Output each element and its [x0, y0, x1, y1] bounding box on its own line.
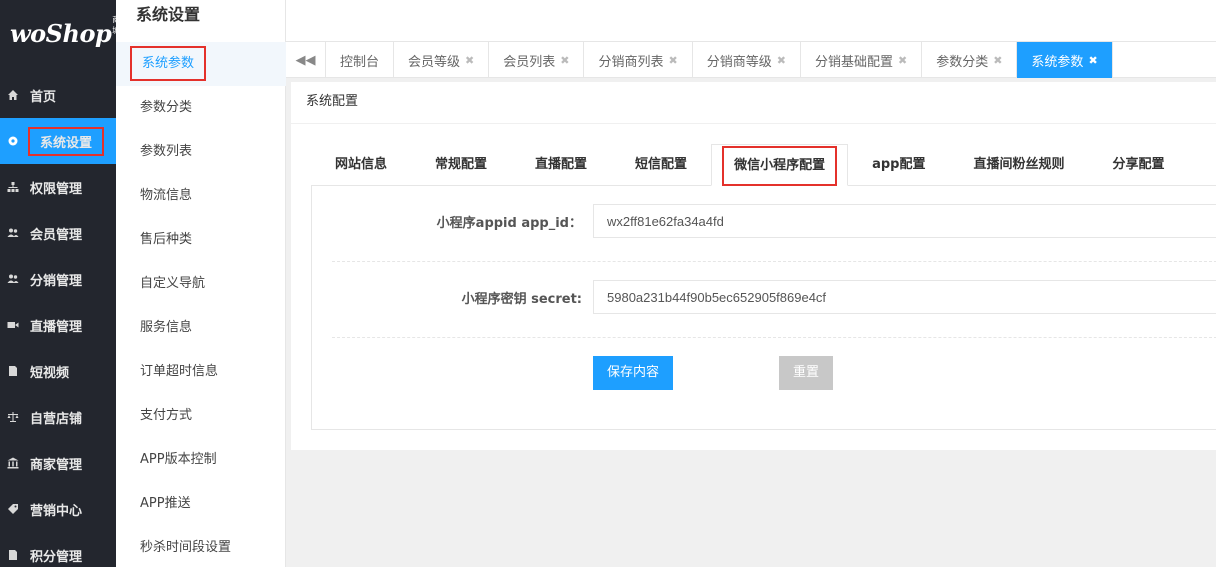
- tab-distributor-list[interactable]: 分销商列表 ✖: [584, 42, 693, 78]
- nav-label: 权限管理: [30, 181, 83, 197]
- close-icon[interactable]: ✖: [993, 54, 1002, 67]
- tab-member-level[interactable]: 会员等级 ✖: [394, 42, 490, 78]
- config-panel: 系统配置 网站信息 常规配置 直播配置 短信配置 微信小程序配置 app配置 直…: [291, 82, 1216, 450]
- main-sidebar: woShop 商城 首页 系统设置 权限管理 会员管理 分销管理 直播管理 短视…: [0, 0, 120, 567]
- sub-item-system-params[interactable]: 系统参数: [116, 42, 286, 86]
- nav-item-system-settings[interactable]: 系统设置: [0, 118, 116, 164]
- tab-label: 系统参数: [1031, 54, 1084, 70]
- tab-app-config[interactable]: app配置: [848, 144, 949, 186]
- nav-item-live[interactable]: 直播管理: [0, 302, 116, 348]
- sitemap-icon: [6, 180, 20, 194]
- nav-item-marketing[interactable]: 营销中心: [0, 486, 116, 532]
- tab-label: 参数分类: [936, 54, 989, 70]
- sub-item-param-categories[interactable]: 参数分类: [116, 86, 286, 130]
- tab-distribution-config[interactable]: 分销基础配置 ✖: [801, 42, 923, 78]
- sub-item-service-info[interactable]: 服务信息: [116, 306, 286, 350]
- nav-item-distribution[interactable]: 分销管理: [0, 256, 116, 302]
- config-tabs: 网站信息 常规配置 直播配置 短信配置 微信小程序配置 app配置 直播间粉丝规…: [311, 144, 1189, 186]
- tab-console[interactable]: 控制台: [326, 42, 395, 78]
- nav-label: 营销中心: [30, 503, 83, 519]
- nav-item-permissions[interactable]: 权限管理: [0, 164, 116, 210]
- nav-item-points[interactable]: 积分管理: [0, 532, 116, 567]
- sub-item-param-list[interactable]: 参数列表: [116, 130, 286, 174]
- nav-label: 分销管理: [30, 273, 83, 289]
- close-icon[interactable]: ✖: [1088, 54, 1097, 67]
- nav-label: 直播管理: [30, 319, 83, 335]
- tab-distributor-level[interactable]: 分销商等级 ✖: [693, 42, 801, 78]
- tab-live-config[interactable]: 直播配置: [511, 144, 611, 186]
- nav-label: 系统设置: [28, 126, 105, 156]
- users-icon: [6, 272, 20, 286]
- sub-item-label: 系统参数: [130, 46, 207, 81]
- sub-item-order-timeout[interactable]: 订单超时信息: [116, 350, 286, 394]
- nav-label: 首页: [30, 89, 57, 105]
- panel-title: 系统配置: [291, 82, 1216, 124]
- file-icon: [6, 364, 20, 378]
- tab-site-info[interactable]: 网站信息: [311, 144, 411, 186]
- file-icon: [6, 548, 20, 562]
- tab-label: 分销商列表: [598, 54, 664, 70]
- home-icon: [6, 88, 20, 102]
- video-icon: [6, 318, 20, 332]
- logo-text: woShop: [10, 18, 112, 48]
- tab-share-config[interactable]: 分享配置: [1088, 144, 1188, 186]
- close-icon[interactable]: ✖: [560, 54, 569, 67]
- sub-item-logistics[interactable]: 物流信息: [116, 174, 286, 218]
- tab-label: 微信小程序配置: [722, 146, 838, 186]
- tab-wechat-miniprogram[interactable]: 微信小程序配置: [711, 144, 849, 186]
- tab-sms-config[interactable]: 短信配置: [611, 144, 711, 186]
- users-icon: [6, 226, 20, 240]
- logo: woShop 商城: [0, 0, 120, 66]
- nav-label: 短视频: [30, 365, 70, 381]
- tab-label: 分销基础配置: [814, 54, 893, 70]
- tab-member-list[interactable]: 会员列表 ✖: [489, 42, 585, 78]
- tab-label: 会员列表: [503, 54, 556, 70]
- tag-icon: [6, 502, 20, 516]
- top-header: [286, 0, 1216, 42]
- nav-label: 商家管理: [30, 457, 83, 473]
- sub-item-app-push[interactable]: APP推送: [116, 482, 286, 526]
- secret-label: 小程序密钥 secret:: [461, 292, 582, 307]
- tabs-scroll-left-button[interactable]: ◀◀: [286, 42, 326, 78]
- bank-icon: [6, 456, 20, 470]
- nav-label: 会员管理: [30, 227, 83, 243]
- form-row-secret: 小程序密钥 secret:: [332, 262, 1216, 338]
- tab-label: 分销商等级: [706, 54, 772, 70]
- sub-item-custom-nav[interactable]: 自定义导航: [116, 262, 286, 306]
- appid-label: 小程序appid app_id：: [436, 216, 582, 231]
- nav-item-members[interactable]: 会员管理: [0, 210, 116, 256]
- close-icon[interactable]: ✖: [669, 54, 678, 67]
- config-form: 小程序appid app_id： 小程序密钥 secret: 保存内容 重置: [311, 185, 1216, 430]
- close-icon[interactable]: ✖: [465, 54, 474, 67]
- nav-item-home[interactable]: 首页: [0, 72, 116, 118]
- nav-item-merchants[interactable]: 商家管理: [0, 440, 116, 486]
- subnav-title: 系统设置: [136, 5, 201, 24]
- gear-icon: [6, 134, 20, 148]
- close-icon[interactable]: ✖: [898, 54, 907, 67]
- form-row-appid: 小程序appid app_id：: [332, 186, 1216, 262]
- nav-item-self-store[interactable]: 自营店铺: [0, 394, 116, 440]
- nav-label: 自营店铺: [30, 411, 83, 427]
- tab-general[interactable]: 常规配置: [411, 144, 511, 186]
- appid-input[interactable]: [593, 204, 1216, 238]
- reset-button[interactable]: 重置: [779, 356, 834, 390]
- sub-item-flash-sale-slots[interactable]: 秒杀时间段设置: [116, 526, 286, 567]
- sub-item-app-version[interactable]: APP版本控制: [116, 438, 286, 482]
- page-tabs: ◀◀ 控制台 会员等级 ✖ 会员列表 ✖ 分销商列表 ✖ 分销商等级 ✖ 分销基础配置 ✖…: [286, 42, 1216, 78]
- double-chevron-left-icon: ◀◀: [295, 52, 316, 68]
- tab-param-categories[interactable]: 参数分类 ✖: [922, 42, 1018, 78]
- nav-label: 积分管理: [30, 549, 83, 565]
- balance-icon: [6, 410, 20, 424]
- tab-label: 控制台: [340, 54, 380, 70]
- sub-item-payment[interactable]: 支付方式: [116, 394, 286, 438]
- sub-item-after-sale[interactable]: 售后种类: [116, 218, 286, 262]
- sub-sidebar: 系统设置 系统参数 参数分类 参数列表 物流信息 售后种类 自定义导航 服务信息…: [116, 0, 286, 567]
- close-icon[interactable]: ✖: [777, 54, 786, 67]
- save-button[interactable]: 保存内容: [593, 356, 674, 390]
- tab-system-params[interactable]: 系统参数 ✖: [1017, 42, 1113, 78]
- tab-label: 会员等级: [408, 54, 461, 70]
- nav-item-short-video[interactable]: 短视频: [0, 348, 116, 394]
- tab-live-fan-rules[interactable]: 直播间粉丝规则: [949, 144, 1088, 186]
- secret-input[interactable]: [593, 280, 1216, 314]
